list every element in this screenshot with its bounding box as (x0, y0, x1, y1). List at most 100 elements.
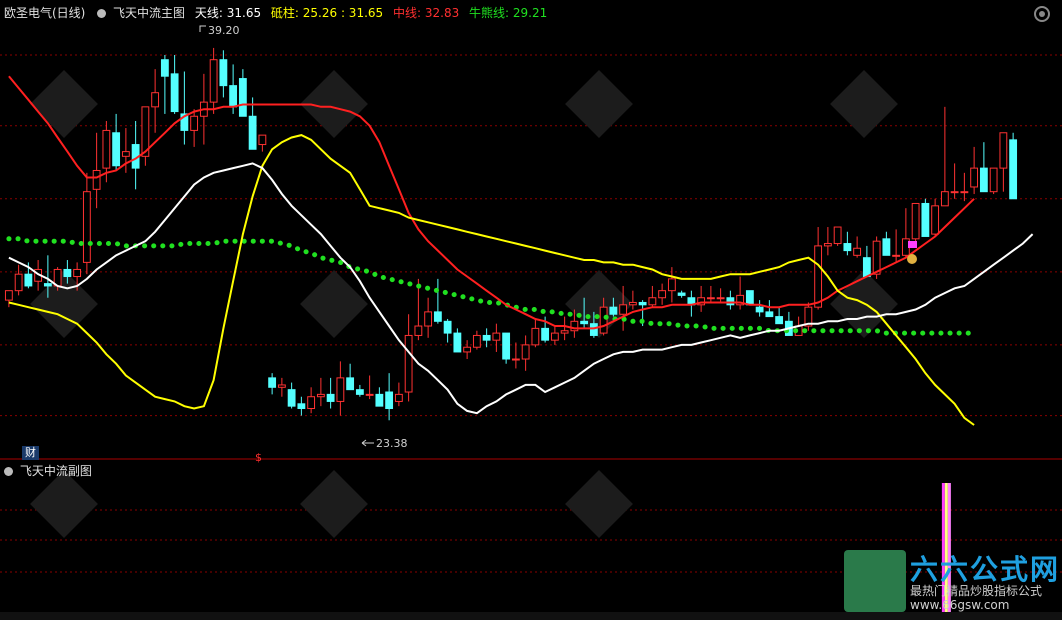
candle-body-44 (433, 311, 442, 322)
candle-body-17 (170, 73, 179, 113)
candle-body-30 (297, 403, 306, 410)
money-bag-icon (907, 254, 917, 264)
candle-body-93 (911, 202, 920, 240)
header-item-dizhu: 砥柱: 25.26 : 31.65 (270, 6, 384, 20)
date-axis-bar (0, 612, 1062, 620)
indicator-toggle-icon[interactable] (97, 9, 107, 18)
candle-body-67 (658, 290, 667, 299)
candle-body-9 (92, 169, 101, 190)
watermark-tile-3 (830, 70, 898, 138)
candle-body-90 (882, 238, 891, 256)
candle-body-89 (872, 240, 881, 275)
candle-body-56 (550, 332, 559, 341)
candle-body-60 (589, 323, 598, 336)
candle-body-88 (862, 257, 871, 278)
candle-body-91 (892, 254, 901, 257)
logo-subtitle: 最热门精品炒股指标公式 (910, 584, 1043, 598)
candle-body-68 (667, 278, 676, 292)
candle-body-76 (745, 290, 754, 306)
candle-body-62 (609, 306, 618, 315)
candle-body-102 (999, 132, 1008, 169)
candle-body-95 (931, 205, 940, 235)
chart-header: 欧圣电气(日线) 飞天中流主图 天线: 31.65 砥柱: 25.26 : 31… (4, 4, 547, 22)
zhongxian-line (8, 75, 975, 330)
header-item-tianxian: 天线: 31.65 (194, 6, 262, 20)
candle-body-74 (726, 297, 735, 306)
candle-body-64 (628, 301, 637, 306)
watermark-layer (30, 70, 898, 538)
candle-body-31 (307, 396, 316, 410)
candle-body-38 (375, 393, 384, 407)
high-annotation: 39.20 (208, 24, 240, 37)
candle-body-97 (950, 191, 959, 194)
candle-body-79 (775, 316, 784, 325)
candle-body-59 (580, 320, 589, 325)
candle-body-61 (599, 306, 608, 334)
logo-url: www.66gsw.com (910, 598, 1010, 612)
candle-body-40 (394, 393, 403, 402)
candle-body-77 (755, 306, 764, 313)
watermark-tile-0 (30, 70, 98, 138)
price-gridlines (0, 54, 1062, 417)
settings-gear-icon[interactable] (1034, 6, 1050, 22)
candle-body-94 (921, 202, 930, 237)
candle-body-27 (268, 377, 277, 388)
finance-badge[interactable]: 财 (22, 446, 39, 460)
chart-canvas: 39.20 23.38 $ (0, 24, 1062, 613)
candle-body-45 (443, 320, 452, 334)
watermark-logo: 六六公式网 最热门精品炒股指标公式 www.66gsw.com (844, 548, 1062, 620)
candle-body-22 (219, 59, 228, 87)
candle-body-36 (355, 389, 364, 395)
candle-body-43 (424, 311, 433, 327)
stock-name: 欧圣电气(日线) (4, 6, 86, 20)
indicator-name[interactable]: 飞天中流主图 (113, 6, 185, 20)
candle-body-10 (102, 129, 111, 169)
header-item-zhongxian: 中线: 32.83 (393, 6, 460, 20)
candle-body-24 (238, 78, 247, 117)
candle-body-99 (970, 167, 979, 188)
candle-body-50 (492, 332, 501, 341)
candle-body-0 (4, 290, 13, 301)
candle-body-49 (482, 334, 491, 341)
candle-body-32 (316, 393, 325, 398)
candle-body-35 (346, 377, 355, 391)
candle-body-47 (463, 346, 472, 353)
candle-body-83 (814, 245, 823, 308)
candle-body-29 (287, 389, 296, 407)
watermark-tile-10 (565, 470, 633, 538)
candle-body-96 (940, 191, 949, 207)
candle-body-8 (82, 191, 91, 263)
sub-panel-title[interactable]: 飞天中流副图 (20, 464, 92, 478)
candle-body-63 (619, 304, 628, 315)
low-annotation-pointer (361, 439, 374, 447)
candle-body-1 (14, 273, 23, 292)
candle-body-51 (502, 332, 511, 360)
candle-body-7 (73, 268, 82, 278)
watermark-tile-5 (300, 270, 368, 338)
candle-body-19 (190, 115, 199, 131)
niuxiong-line (6, 236, 977, 336)
candle-body-25 (248, 115, 257, 150)
candle-body-21 (209, 59, 218, 103)
sub-panel-header: 飞天中流副图 (4, 462, 92, 480)
candle-body-26 (258, 134, 267, 146)
candle-body-85 (833, 226, 842, 245)
header-item-niuxiong: 牛熊线: 29.21 (469, 6, 548, 20)
candle-body-28 (277, 384, 286, 388)
dizhu-line (8, 134, 975, 426)
candle-body-39 (385, 391, 394, 410)
candle-body-34 (336, 377, 345, 402)
logo-icon (844, 550, 906, 612)
candle-body-57 (560, 330, 569, 334)
candle-body-46 (453, 332, 462, 353)
candle-body-65 (638, 301, 647, 306)
watermark-tile-8 (30, 470, 98, 538)
candle-body-69 (677, 292, 686, 296)
sub-indicator-toggle-icon[interactable] (4, 467, 13, 476)
candle-body-53 (521, 344, 530, 360)
candle-body-2 (24, 273, 33, 287)
candle-body-87 (853, 247, 862, 256)
candle-body-23 (229, 85, 238, 108)
candle-body-84 (823, 243, 832, 247)
candle-body-48 (472, 334, 481, 348)
